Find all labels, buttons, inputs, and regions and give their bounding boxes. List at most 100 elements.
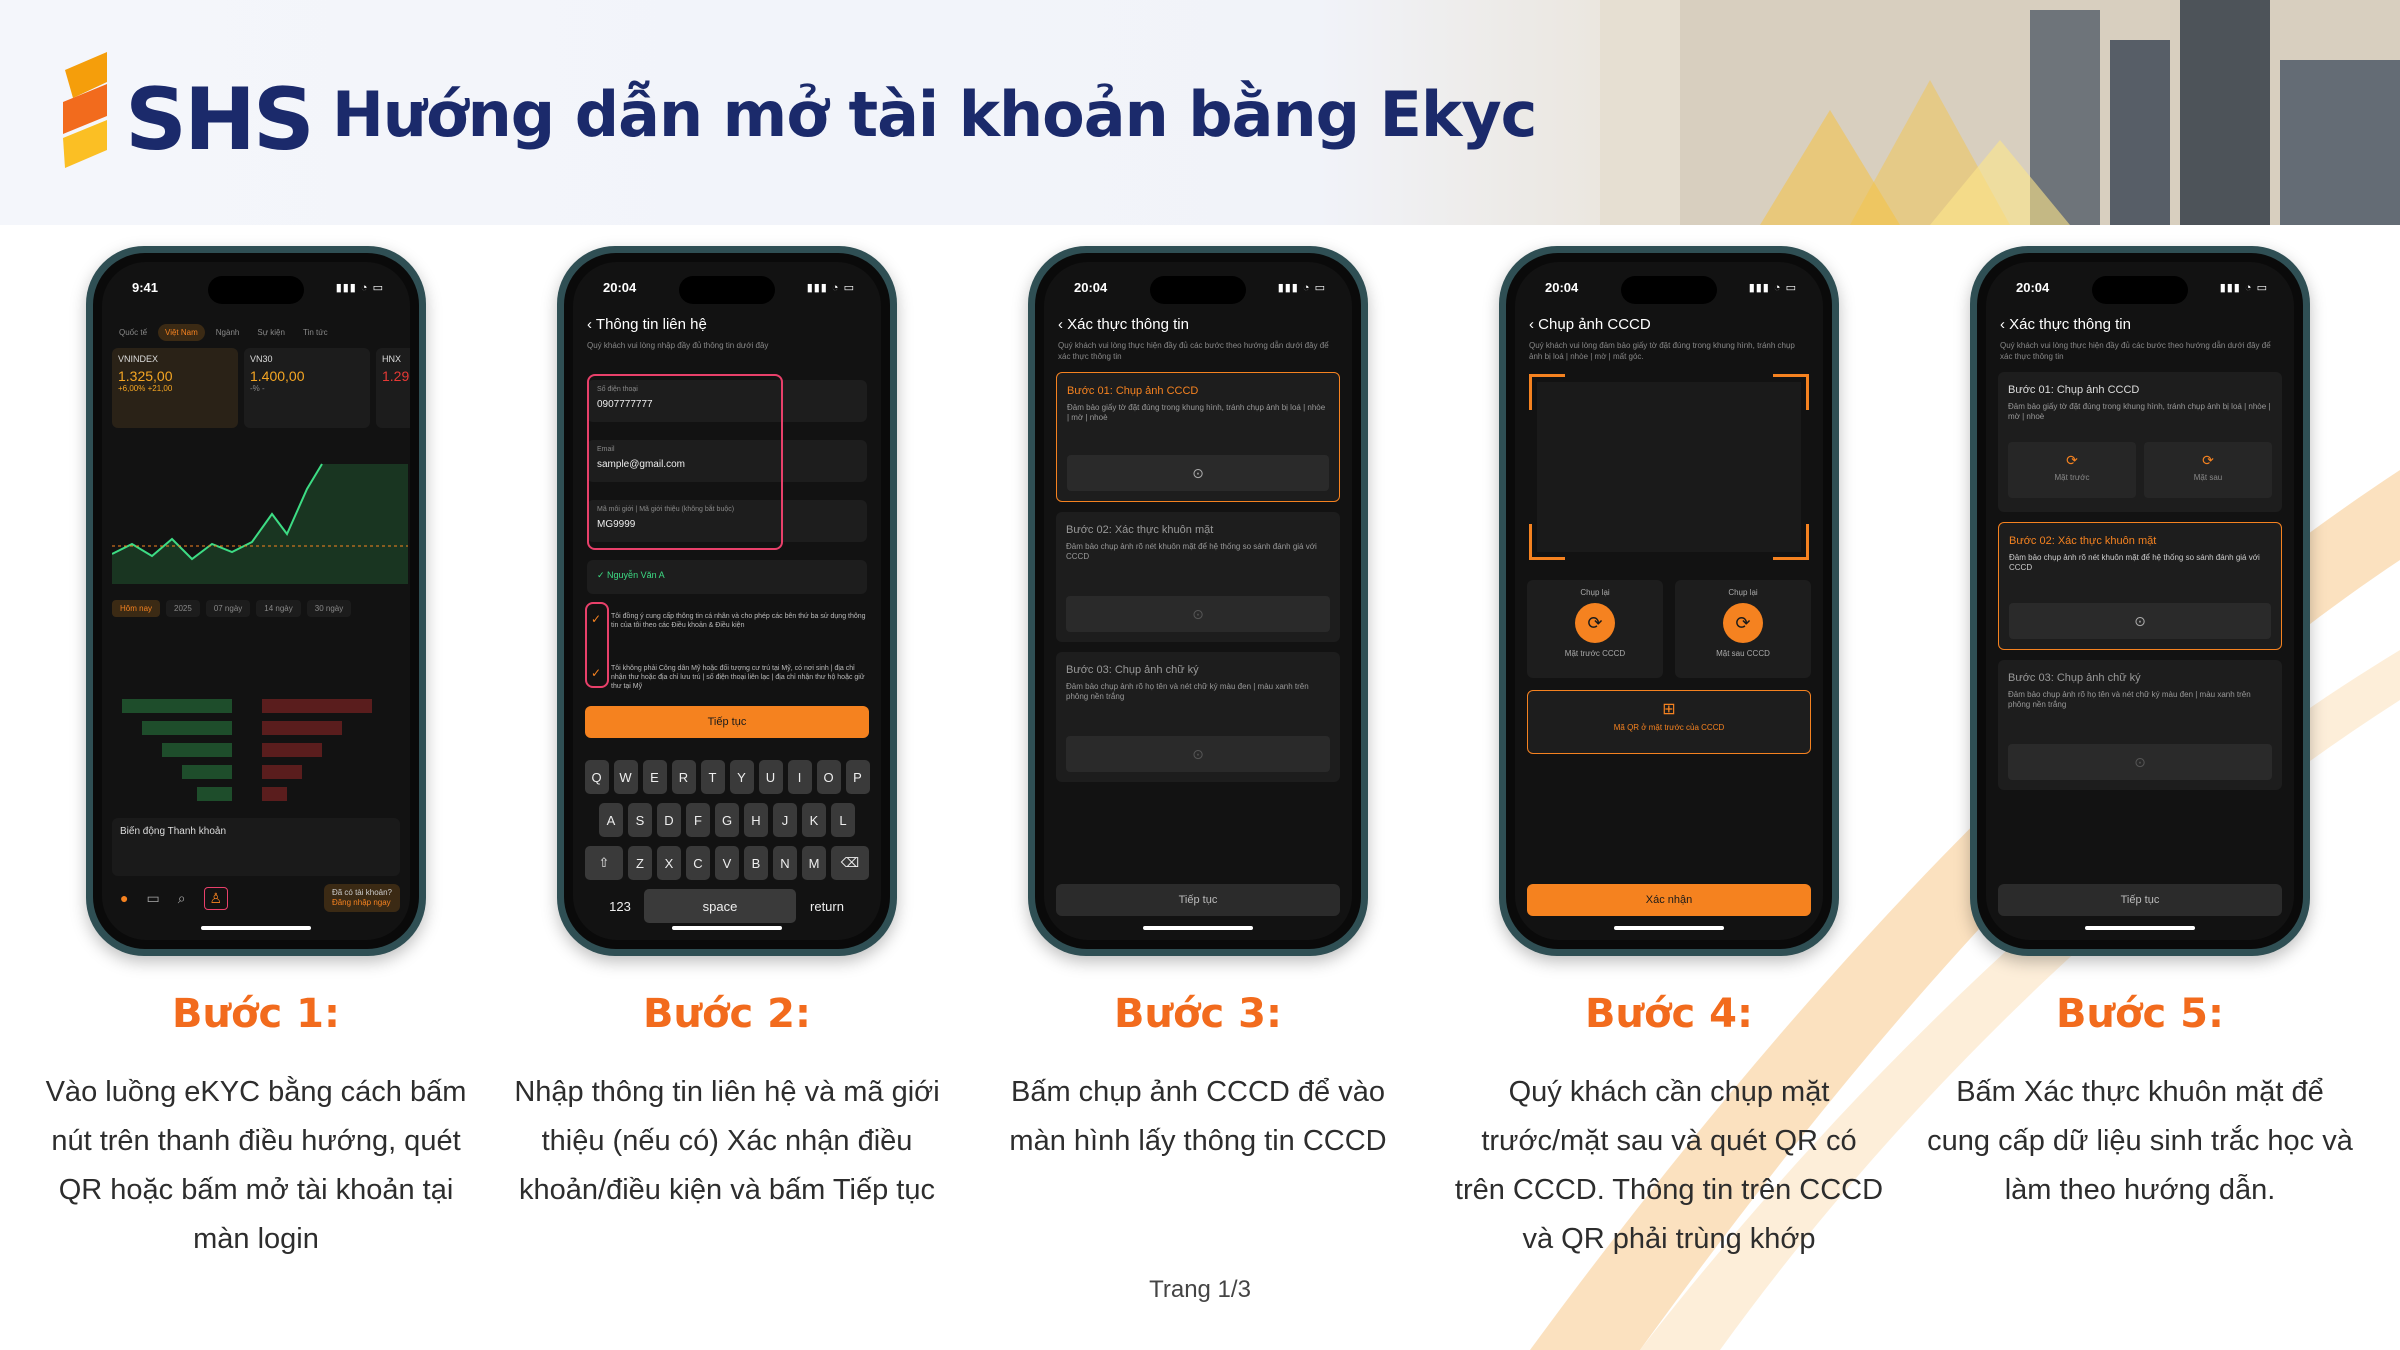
key-a[interactable]: A <box>599 803 623 837</box>
retake-icon[interactable]: ⟳ <box>1575 603 1615 643</box>
highlight-contact-fields <box>587 374 783 550</box>
period-30d[interactable]: 30 ngày <box>306 600 352 617</box>
period-7d[interactable]: 07 ngày <box>205 600 251 617</box>
key-d[interactable]: D <box>657 803 681 837</box>
front-thumb[interactable]: ⟳ Mặt trước <box>2008 442 2136 498</box>
phone-screen-capture-id: 20:04 ▮▮▮ ◔ ▭ ‹ Chụp ảnh CCCD Quý khách … <box>1515 262 1823 940</box>
step1-card-done: Bước 01: Chụp ảnh CCCD Đảm bảo giấy tờ đ… <box>1998 372 2282 512</box>
key-h[interactable]: H <box>744 803 768 837</box>
key-q[interactable]: Q <box>584 760 609 794</box>
key-z[interactable]: Z <box>628 846 652 880</box>
step1-card[interactable]: Bước 01: Chụp ảnh CCCD Đảm bảo giấy tờ đ… <box>1056 372 1340 502</box>
period-14d[interactable]: 14 ngày <box>256 600 301 617</box>
screen-title: ‹ Chụp ảnh CCCD <box>1529 316 1651 333</box>
back-icon[interactable]: ‹ <box>2000 316 2009 333</box>
tab-events[interactable]: Sự kiện <box>250 324 292 341</box>
login-button[interactable]: Đã có tài khoản? Đăng nhập ngay <box>323 884 400 912</box>
continue-button[interactable]: Tiếp tục <box>1998 884 2282 916</box>
back-icon[interactable]: ‹ <box>1058 316 1067 333</box>
phone-step-2: 20:04 ▮▮▮ ◔ ▭ ‹ Thông tin liên hệ Quý kh… <box>557 246 897 956</box>
key-m[interactable]: M <box>802 846 826 880</box>
key-n[interactable]: N <box>773 846 797 880</box>
retake-icon[interactable]: ⟳ <box>1723 603 1763 643</box>
key-l[interactable]: L <box>831 803 855 837</box>
period-2025[interactable]: 2025 <box>166 600 200 617</box>
key-space[interactable]: space <box>644 889 796 923</box>
key-j[interactable]: J <box>773 803 797 837</box>
camera-icon[interactable]: ⊙ <box>2009 603 2271 639</box>
key-v[interactable]: V <box>715 846 739 880</box>
impact-bar-chart <box>122 699 372 801</box>
search-icon[interactable]: ⌕ <box>178 890 186 907</box>
backspace-icon[interactable]: ⌫ <box>831 846 869 880</box>
back-icon[interactable]: ‹ <box>1529 316 1538 333</box>
key-g[interactable]: G <box>715 803 739 837</box>
key-123[interactable]: 123 <box>601 889 639 923</box>
market-tabs: Quốc tế Việt Nam Ngành Sự kiện Tin tức <box>112 324 400 341</box>
page-title: Hướng dẫn mở tài khoản bằng Ekyc <box>332 78 1537 151</box>
continue-button[interactable]: Tiếp tục <box>1056 884 1340 916</box>
back-id-card[interactable]: Chụp lại ⟳ Mặt sau CCCD <box>1675 580 1811 678</box>
tab-vietnam[interactable]: Việt Nam <box>158 324 205 341</box>
key-k[interactable]: K <box>802 803 826 837</box>
key-s[interactable]: S <box>628 803 652 837</box>
home-indicator <box>672 926 782 930</box>
confirm-button[interactable]: Xác nhận <box>1527 884 1811 916</box>
chat-icon[interactable]: ▭ <box>146 890 159 907</box>
step2-card[interactable]: Bước 02: Xác thực khuôn mặt Đảm bảo chụp… <box>1998 522 2282 650</box>
step-2-title: Bước 2: <box>643 991 811 1037</box>
step3-card: Bước 03: Chụp ảnh chữ ký Đảm bảo chụp ản… <box>1998 660 2282 790</box>
terms-2-text: Tôi không phải Công dân Mỹ hoặc đối tượn… <box>611 665 865 690</box>
key-y[interactable]: Y <box>729 760 754 794</box>
screen-subtitle: Quý khách vui lòng thực hiện đầy đủ các … <box>2000 341 2271 361</box>
continue-button[interactable]: Tiếp tục <box>585 706 869 738</box>
key-c[interactable]: C <box>686 846 710 880</box>
status-time: 20:04 <box>1545 280 1579 295</box>
key-i[interactable]: I <box>787 760 812 794</box>
liquidity-title: Biến động Thanh khoản <box>120 826 227 837</box>
key-w[interactable]: W <box>613 760 638 794</box>
key-b[interactable]: B <box>744 846 768 880</box>
index-card-vnindex[interactable]: VNINDEX 1.325,00 +6,00% +21,00 <box>112 348 238 428</box>
key-u[interactable]: U <box>758 760 783 794</box>
phone-step-1: 9:41 ▮▮▮ ◔ ▭ Quốc tế Việt Nam Ngành Sự k… <box>86 246 426 956</box>
step-2: Bước 2: Nhập thông tin liên hệ và mã giớ… <box>512 988 942 1215</box>
viewfinder-corner <box>1773 374 1809 410</box>
dynamic-island <box>1150 276 1246 304</box>
key-p[interactable]: P <box>845 760 870 794</box>
index-card-hnx[interactable]: HNX 1.296 <box>376 348 410 428</box>
step-1: Bước 1: Vào luồng eKYC bằng cách bấm nút… <box>41 988 471 1264</box>
back-thumb[interactable]: ⟳ Mặt sau <box>2144 442 2272 498</box>
index-line-chart <box>112 463 408 584</box>
back-icon[interactable]: ‹ <box>587 316 596 333</box>
liquidity-card[interactable]: Biến động Thanh khoản <box>112 818 400 876</box>
period-today[interactable]: Hôm nay <box>112 600 161 617</box>
key-o[interactable]: O <box>816 760 841 794</box>
tab-international[interactable]: Quốc tế <box>112 324 154 341</box>
key-return[interactable]: return <box>801 889 853 923</box>
front-id-card[interactable]: Chụp lại ⟳ Mặt trước CCCD <box>1527 580 1663 678</box>
screen-subtitle: Quý khách vui lòng thực hiện đầy đủ các … <box>1058 341 1329 361</box>
key-t[interactable]: T <box>700 760 725 794</box>
home-indicator <box>1614 926 1724 930</box>
qr-scan-card[interactable]: ⊞ Mã QR ở mặt trước của CCCD <box>1527 690 1811 754</box>
step-1-title: Bước 1: <box>172 991 340 1037</box>
shift-icon[interactable]: ⇧ <box>585 846 623 880</box>
key-f[interactable]: F <box>686 803 710 837</box>
camera-icon[interactable]: ⊙ <box>1067 455 1329 491</box>
retake-icon: ⟳ <box>2202 452 2214 468</box>
home-icon[interactable]: ● <box>120 890 128 906</box>
tab-news[interactable]: Tin tức <box>296 324 335 341</box>
tab-sector[interactable]: Ngành <box>209 324 247 341</box>
index-card-vn30[interactable]: VN30 1.400,00 -% - <box>244 348 370 428</box>
shs-logo: SHS <box>55 52 315 182</box>
screen-title: ‹ Xác thực thông tin <box>1058 316 1189 333</box>
step-5-desc: Bấm Xác thực khuôn mặt để cung cấp dữ li… <box>1927 1076 2353 1206</box>
key-x[interactable]: X <box>657 846 681 880</box>
ekyc-user-icon[interactable]: ♙ <box>203 886 229 910</box>
keyboard: QWERTYUIOP ASDFGHJKL ⇧ Z X C V B N M ⌫ 123 space… <box>577 760 877 932</box>
key-e[interactable]: E <box>642 760 667 794</box>
key-r[interactable]: R <box>671 760 696 794</box>
status-icons: ▮▮▮ ◔ ▭ <box>1748 282 1797 294</box>
step-3-desc: Bấm chụp ảnh CCCD để vào màn hình lấy th… <box>1009 1076 1387 1157</box>
